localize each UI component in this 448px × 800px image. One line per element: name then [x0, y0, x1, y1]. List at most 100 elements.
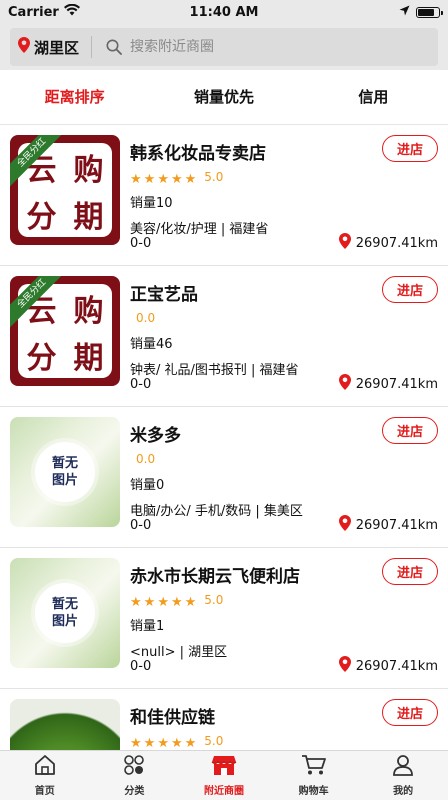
star-icon: ★: [157, 735, 169, 750]
enter-store-button[interactable]: 进店: [382, 135, 438, 162]
no-image-badge: 暂无 图片: [35, 442, 95, 502]
store-rating: ★ ★ ★ ★ ★ 5.0: [130, 733, 438, 750]
store-info: 韩系化妆品专卖店 ★ ★ ★ ★ ★ 5.0 销量10 美容/化妆/护理 | 福建省 0…: [130, 135, 438, 257]
enter-store-button[interactable]: 进店: [382, 699, 438, 726]
location-pin-icon: [338, 233, 351, 253]
rating-score: 5.0: [204, 593, 224, 607]
store-rating: 0.0: [130, 310, 438, 326]
star-icon: ★: [157, 594, 169, 610]
distance-value: 26907.41km: [355, 235, 438, 251]
nearby-shop-icon: [211, 754, 237, 780]
no-image-text: 图片: [51, 473, 78, 488]
search-header: 湖里区: [0, 24, 448, 70]
tab-home[interactable]: 首页: [0, 751, 90, 800]
logo-char: 购: [73, 152, 104, 188]
search-box: 湖里区: [10, 28, 438, 66]
profile-icon: [391, 754, 415, 780]
tab-label: 分类: [124, 786, 145, 797]
category-icon: [122, 754, 146, 780]
no-image-text: 暂无: [51, 597, 78, 612]
store-card[interactable]: 暂无 图片 赤水市长期云飞便利店 ★ ★ ★ ★ ★ 5.0 销量1 <null> | …: [0, 548, 448, 689]
store-list[interactable]: 云 购 分 期 全民分红 韩系化妆品专卖店 ★ ★ ★ ★ ★ 5.0 销量10 美容/…: [0, 125, 448, 750]
no-image-text: 图片: [51, 614, 78, 629]
star-icon: ★: [130, 171, 142, 187]
distance-value: 26907.41km: [355, 376, 438, 392]
store-rating: 0.0: [130, 451, 438, 467]
wifi-icon: [63, 3, 80, 20]
store-extra: 0-0: [130, 376, 152, 392]
carrier-group: Carrier: [8, 3, 80, 20]
store-rating: ★ ★ ★ ★ ★ 5.0: [130, 169, 438, 187]
store-sales: 销量10: [130, 196, 173, 211]
no-image-badge: 暂无 图片: [35, 583, 95, 643]
star-icon: ★: [130, 594, 142, 610]
enter-store-button[interactable]: 进店: [382, 417, 438, 444]
store-sales: 销量46: [130, 337, 173, 352]
store-info: 赤水市长期云飞便利店 ★ ★ ★ ★ ★ 5.0 销量1 <null> | 湖里区 0-…: [130, 558, 438, 680]
search-icon: [106, 39, 122, 55]
store-distance: 26907.41km: [338, 656, 438, 676]
sort-tabs: 距离排序 销量优先 信用: [0, 70, 448, 125]
location-selector[interactable]: 湖里区: [18, 36, 93, 58]
location-pin-icon: [18, 37, 30, 57]
logo-char: 分: [26, 340, 57, 376]
store-distance: 26907.41km: [338, 515, 438, 535]
tab-cart[interactable]: 购物车: [269, 751, 359, 800]
tab-profile[interactable]: 我的: [358, 751, 448, 800]
rating-score: 5.0: [204, 170, 224, 184]
no-image-text: 暂无: [51, 456, 78, 471]
distance-value: 26907.41km: [355, 517, 438, 533]
sort-tab-credit[interactable]: 信用: [299, 70, 448, 125]
distance-value: 26907.41km: [355, 658, 438, 674]
store-placeholder-image: 暂无 图片: [10, 558, 120, 668]
status-bar: Carrier 11:40 AM: [0, 0, 448, 24]
store-extra: 0-0: [130, 658, 152, 674]
star-icon: ★: [143, 171, 156, 187]
star-icons: ★ ★ ★ ★ ★: [130, 591, 198, 610]
sort-tab-distance[interactable]: 距离排序: [0, 70, 149, 125]
star-icon: ★: [170, 594, 183, 610]
store-rating: ★ ★ ★ ★ ★ 5.0: [130, 591, 438, 610]
store-bottom-row: 0-0 26907.41km: [130, 233, 438, 253]
battery-icon: [416, 6, 443, 18]
store-logo: 云 购 分 期 全民分红: [10, 276, 120, 386]
logo-char: 分: [26, 199, 57, 235]
store-placeholder-image: 暂无 图片: [10, 417, 120, 527]
tab-label: 购物车: [298, 786, 329, 797]
store-bottom-row: 0-0 26907.41km: [130, 374, 438, 394]
location-label: 湖里区: [34, 38, 80, 57]
star-icon: ★: [143, 594, 156, 610]
store-distance: 26907.41km: [338, 233, 438, 253]
rating-score: 5.0: [204, 734, 224, 748]
store-bottom-row: 0-0 26907.41km: [130, 656, 438, 676]
home-icon: [33, 754, 57, 780]
star-icon: ★: [184, 171, 197, 187]
tab-category[interactable]: 分类: [90, 751, 180, 800]
tab-label: 首页: [34, 786, 55, 797]
store-card[interactable]: 暂无 图片 米多多 0.0 销量0 电脑/办公/ 手机/数码 | 集美区 0-0…: [0, 407, 448, 548]
store-extra: 0-0: [130, 517, 152, 533]
logo-char: 期: [73, 340, 104, 376]
enter-store-button[interactable]: 进店: [382, 558, 438, 585]
enter-store-button[interactable]: 进店: [382, 276, 438, 303]
store-card[interactable]: 云 购 分 期 全民分红 正宝艺品 0.0 销量46 钟表/ 礼品/图书报刊 |…: [0, 266, 448, 407]
tab-label: 我的: [393, 786, 414, 797]
star-icon: ★: [184, 594, 197, 610]
store-extra: 0-0: [130, 235, 152, 251]
star-icon: ★: [143, 735, 156, 750]
star-icon: ★: [157, 171, 169, 187]
search-input[interactable]: [130, 39, 430, 55]
store-card[interactable]: 和佳供应链 ★ ★ ★ ★ ★ 5.0 进店: [0, 689, 448, 750]
rating-score: 0.0: [136, 311, 156, 325]
store-info: 米多多 0.0 销量0 电脑/办公/ 手机/数码 | 集美区 0-0 26907…: [130, 417, 438, 539]
rating-score: 0.0: [136, 452, 156, 466]
store-info: 和佳供应链 ★ ★ ★ ★ ★ 5.0 进店: [130, 699, 438, 750]
location-pin-icon: [338, 656, 351, 676]
store-sales: 销量1: [130, 619, 165, 634]
store-sales: 销量0: [130, 478, 165, 493]
tab-nearby[interactable]: 附近商圈: [179, 751, 269, 800]
location-pin-icon: [338, 374, 351, 394]
store-card[interactable]: 云 购 分 期 全民分红 韩系化妆品专卖店 ★ ★ ★ ★ ★ 5.0 销量10 美容/…: [0, 125, 448, 266]
sort-tab-sales[interactable]: 销量优先: [149, 70, 298, 125]
status-right-group: [399, 5, 443, 20]
